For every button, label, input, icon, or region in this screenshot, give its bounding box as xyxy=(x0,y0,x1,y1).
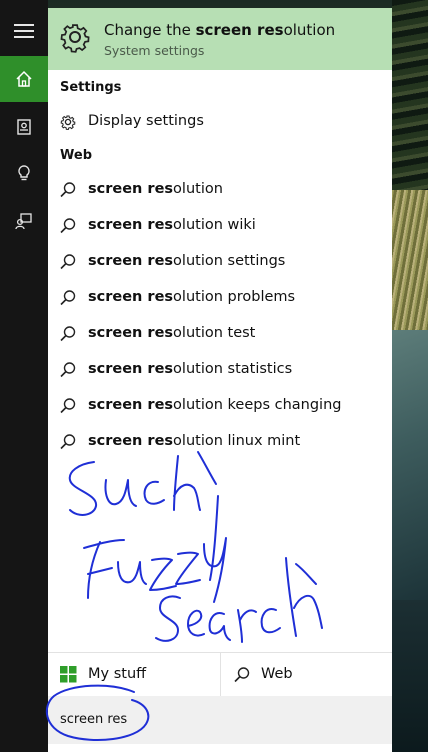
tab-my-stuff[interactable]: My stuff xyxy=(48,653,221,697)
suggestion-text: screen resolution keeps changing xyxy=(88,397,342,413)
web-suggestion[interactable]: screen resolution xyxy=(48,172,392,208)
search-box xyxy=(48,696,392,744)
notebook-button[interactable] xyxy=(0,104,48,150)
web-suggestion[interactable]: screen resolution wiki xyxy=(48,208,392,244)
search-icon xyxy=(234,667,250,683)
result-display-settings[interactable]: Display settings xyxy=(48,104,392,140)
suggestion-text: screen resolution linux mint xyxy=(88,433,301,449)
search-results-pane: Change the screen resolution System sett… xyxy=(48,8,392,752)
hamburger-icon xyxy=(14,24,34,38)
tab-web-label: Web xyxy=(261,666,293,682)
search-icon xyxy=(60,398,76,414)
background-road xyxy=(392,600,428,752)
best-match-title: Change the screen resolution xyxy=(104,21,336,39)
bottom-tabs: My stuff Web xyxy=(48,652,392,697)
web-suggestion[interactable]: screen resolution keeps changing xyxy=(48,388,392,424)
suggestion-text: screen resolution wiki xyxy=(88,217,256,233)
search-icon xyxy=(60,218,76,234)
web-suggestion[interactable]: screen resolution linux mint xyxy=(48,424,392,460)
reminders-button[interactable] xyxy=(0,150,48,196)
notebook-icon xyxy=(17,119,31,135)
web-suggestion[interactable]: screen resolution problems xyxy=(48,280,392,316)
lightbulb-icon xyxy=(18,165,30,181)
home-button[interactable] xyxy=(0,56,48,102)
suggestion-text: screen resolution problems xyxy=(88,289,296,305)
settings-section-heading: Settings xyxy=(60,80,122,95)
windows-logo-icon xyxy=(60,666,77,683)
start-rail xyxy=(0,0,48,752)
result-label: Display settings xyxy=(88,113,204,129)
suggestion-text: screen resolution statistics xyxy=(88,361,293,377)
feedback-icon xyxy=(15,213,32,230)
background-trees xyxy=(392,0,428,190)
search-icon xyxy=(60,254,76,270)
best-match-subtitle: System settings xyxy=(104,43,205,58)
search-icon xyxy=(60,182,76,198)
web-section-heading: Web xyxy=(60,148,92,163)
suggestion-text: screen resolution xyxy=(88,181,223,197)
tab-web[interactable]: Web xyxy=(221,653,392,697)
best-match-result[interactable]: Change the screen resolution System sett… xyxy=(48,8,392,70)
search-icon xyxy=(60,362,76,378)
home-icon xyxy=(16,70,32,87)
search-icon xyxy=(60,434,76,450)
web-suggestion[interactable]: screen resolution test xyxy=(48,316,392,352)
suggestion-text: screen resolution settings xyxy=(88,253,286,269)
background-car xyxy=(392,330,428,600)
search-input[interactable] xyxy=(58,706,382,732)
feedback-button[interactable] xyxy=(0,198,48,244)
search-icon xyxy=(60,326,76,342)
web-suggestion[interactable]: screen resolution settings xyxy=(48,244,392,280)
tab-my-stuff-label: My stuff xyxy=(88,666,147,682)
suggestion-text: screen resolution test xyxy=(88,325,256,341)
hamburger-menu-button[interactable] xyxy=(0,8,48,54)
gear-icon xyxy=(60,24,90,53)
web-suggestion[interactable]: screen resolution statistics xyxy=(48,352,392,388)
background-grass xyxy=(392,190,428,340)
search-icon xyxy=(60,290,76,306)
gear-icon xyxy=(60,115,76,130)
